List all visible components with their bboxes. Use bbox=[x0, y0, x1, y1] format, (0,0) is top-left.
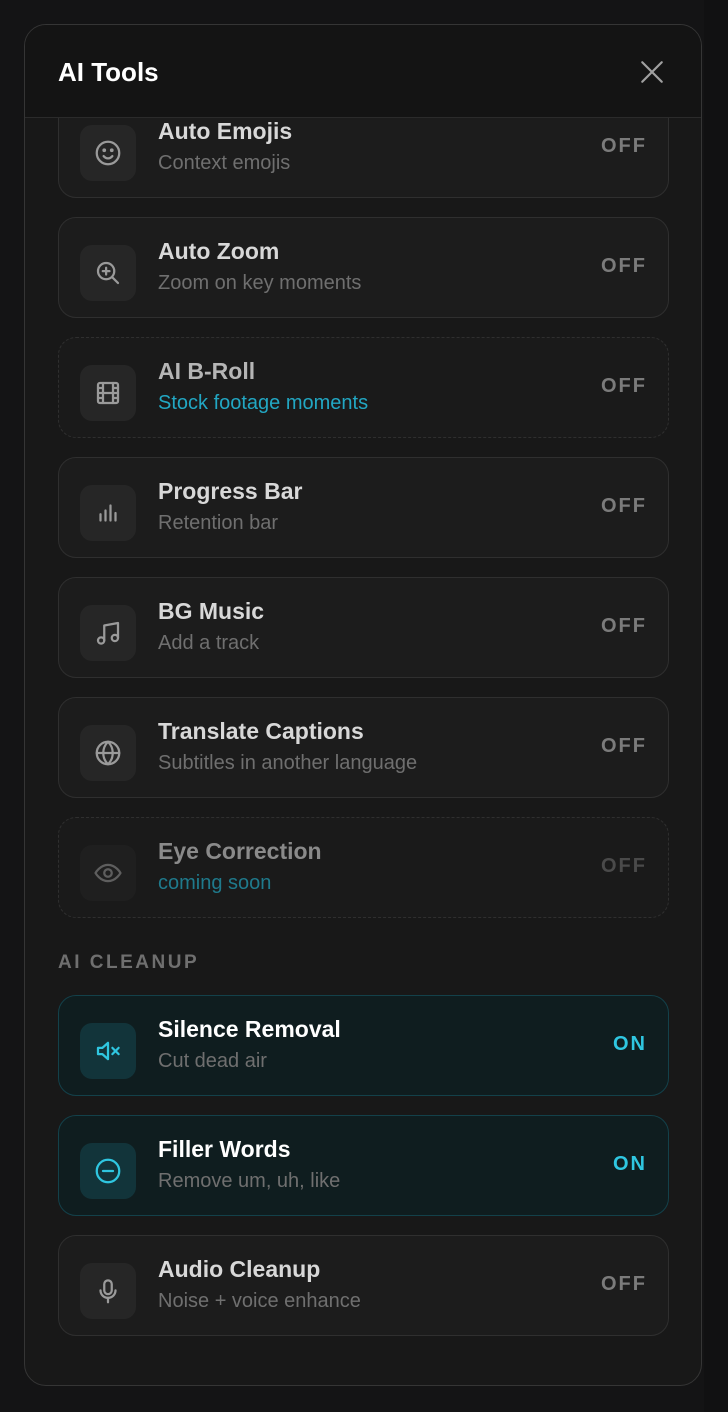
close-icon bbox=[641, 61, 663, 83]
tool-description: Retention bar bbox=[158, 512, 279, 534]
tool-description: Add a track bbox=[158, 632, 260, 654]
toggle-translate-captions[interactable]: OFF bbox=[601, 735, 647, 758]
volume-mute-icon bbox=[80, 1023, 136, 1079]
close-button[interactable] bbox=[639, 59, 665, 85]
tool-description: Zoom on key moments bbox=[158, 272, 362, 294]
tool-name: Auto Emojis bbox=[158, 118, 293, 144]
toggle-auto-emojis[interactable]: OFF bbox=[601, 135, 647, 158]
tool-name: Progress Bar bbox=[158, 478, 303, 504]
toggle-auto-zoom[interactable]: OFF bbox=[601, 255, 647, 278]
tool-description: Remove um, uh, like bbox=[158, 1170, 341, 1192]
tool-name: Eye Correction bbox=[158, 838, 322, 864]
bar-chart-icon bbox=[80, 485, 136, 541]
backdrop-edge bbox=[704, 0, 728, 1412]
toggle-ai-b-roll[interactable]: OFF bbox=[601, 375, 647, 398]
tool-description: Context emojis bbox=[158, 152, 291, 174]
tool-card-auto-zoom[interactable]: Auto Zoom Zoom on key moments OFF bbox=[58, 217, 669, 318]
tool-card-silence-removal[interactable]: Silence Removal Cut dead air ON bbox=[58, 995, 669, 1096]
tool-name: Translate Captions bbox=[158, 718, 364, 744]
ai-tools-modal: Auto Emojis Context emojis OFF Auto Zoom… bbox=[24, 24, 702, 1386]
tool-card-filler-words[interactable]: Filler Words Remove um, uh, like ON bbox=[58, 1115, 669, 1216]
zoom-in-icon bbox=[80, 245, 136, 301]
toggle-progress-bar[interactable]: OFF bbox=[601, 495, 647, 518]
tool-name: Filler Words bbox=[158, 1136, 291, 1162]
tool-card-translate-captions[interactable]: Translate Captions Subtitles in another … bbox=[58, 697, 669, 798]
tool-card-ai-b-roll[interactable]: AI B-Roll Stock footage moments OFF bbox=[58, 337, 669, 438]
tool-description: coming soon bbox=[158, 872, 272, 894]
tool-name: Auto Zoom bbox=[158, 238, 280, 264]
music-icon bbox=[80, 605, 136, 661]
toggle-audio-cleanup[interactable]: OFF bbox=[601, 1273, 647, 1296]
modal-header: AI Tools bbox=[25, 25, 701, 118]
tool-card-audio-cleanup[interactable]: Audio Cleanup Noise + voice enhance OFF bbox=[58, 1235, 669, 1336]
tool-name: BG Music bbox=[158, 598, 265, 624]
tool-description: Stock footage moments bbox=[158, 392, 369, 414]
smile-icon bbox=[80, 125, 136, 181]
tool-description: Noise + voice enhance bbox=[158, 1290, 361, 1312]
toggle-silence-removal[interactable]: ON bbox=[613, 1033, 647, 1056]
minus-circle-icon bbox=[80, 1143, 136, 1199]
microphone-icon bbox=[80, 1263, 136, 1319]
section-label-ai-cleanup: AI CLEANUP bbox=[58, 952, 200, 973]
toggle-filler-words[interactable]: ON bbox=[613, 1153, 647, 1176]
modal-title: AI Tools bbox=[58, 57, 159, 87]
tool-description: Cut dead air bbox=[158, 1050, 267, 1072]
tool-description: Subtitles in another language bbox=[158, 752, 418, 774]
tool-name: Audio Cleanup bbox=[158, 1256, 321, 1282]
film-icon bbox=[80, 365, 136, 421]
tools-list: Auto Emojis Context emojis OFF Auto Zoom… bbox=[25, 25, 701, 1385]
tool-card-eye-correction: Eye Correction coming soon OFF bbox=[58, 817, 669, 918]
tool-name: AI B-Roll bbox=[158, 358, 256, 384]
toggle-bg-music[interactable]: OFF bbox=[601, 615, 647, 638]
tool-card-progress-bar[interactable]: Progress Bar Retention bar OFF bbox=[58, 457, 669, 558]
tool-card-bg-music[interactable]: BG Music Add a track OFF bbox=[58, 577, 669, 678]
tool-name: Silence Removal bbox=[158, 1016, 341, 1042]
globe-icon bbox=[80, 725, 136, 781]
eye-icon bbox=[80, 845, 136, 901]
toggle-eye-correction: OFF bbox=[601, 855, 647, 877]
